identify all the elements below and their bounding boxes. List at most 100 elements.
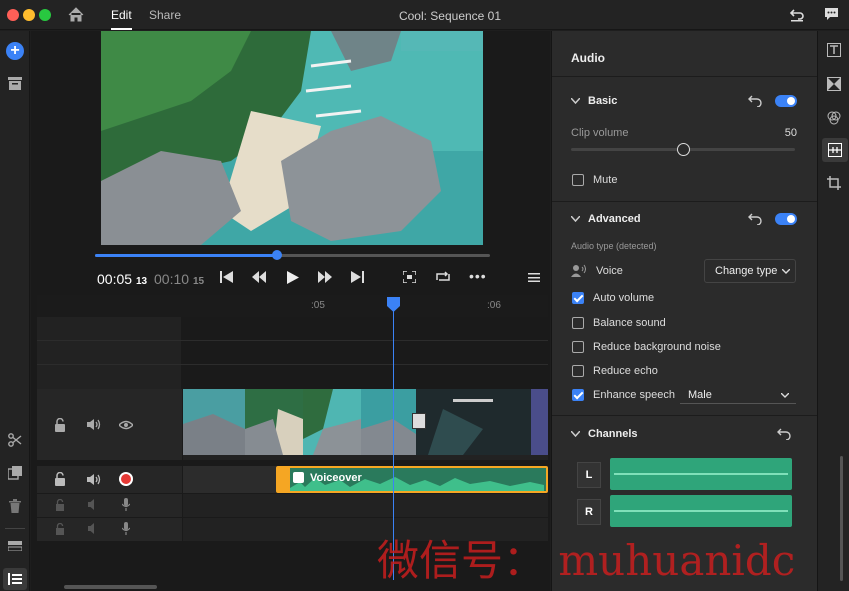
- balance-sound-checkbox[interactable]: [572, 317, 584, 329]
- lock-icon[interactable]: [54, 418, 66, 432]
- clip-trim-handle[interactable]: [278, 468, 290, 491]
- scissors-icon[interactable]: [8, 433, 22, 447]
- track-height-icon[interactable]: [8, 541, 22, 551]
- change-type-dropdown[interactable]: Change type: [704, 259, 796, 283]
- speaker-icon[interactable]: [87, 473, 101, 486]
- microphone-icon[interactable]: [122, 498, 130, 511]
- transitions-icon[interactable]: [827, 77, 841, 91]
- track-divider: [37, 364, 548, 365]
- change-type-label: Change type: [715, 265, 778, 277]
- window-title: Cool: Sequence 01: [398, 9, 502, 23]
- trash-icon[interactable]: [9, 499, 21, 513]
- reset-icon[interactable]: [777, 428, 791, 440]
- lock-icon[interactable]: [54, 472, 66, 486]
- add-media-button[interactable]: +: [6, 42, 24, 60]
- tab-share[interactable]: Share: [149, 0, 181, 30]
- skip-to-start-icon[interactable]: [220, 271, 233, 283]
- basic-toggle[interactable]: [775, 95, 797, 107]
- menu-icon[interactable]: [528, 273, 540, 282]
- step-back-icon[interactable]: [252, 271, 266, 283]
- record-dot: [121, 474, 131, 484]
- video-clip-thumbnails[interactable]: [183, 389, 548, 455]
- clip-volume-slider[interactable]: [571, 143, 795, 156]
- duplicate-icon[interactable]: [8, 466, 22, 480]
- reduce-echo-checkbox[interactable]: [572, 365, 584, 377]
- advanced-toggle[interactable]: [775, 213, 797, 225]
- clip-volume-value: 50: [784, 127, 797, 139]
- chevron-down-icon[interactable]: [571, 431, 580, 437]
- minimize-window-button[interactable]: [23, 9, 35, 21]
- enhance-speech-checkbox[interactable]: [572, 389, 584, 401]
- speaker-icon[interactable]: [88, 499, 100, 510]
- enhance-speech-dropdown[interactable]: Male: [680, 387, 796, 404]
- speaker-icon[interactable]: [88, 523, 100, 534]
- reduce-noise-checkbox[interactable]: [572, 341, 584, 353]
- advanced-section-header[interactable]: Advanced: [588, 213, 641, 225]
- clip-volume-label: Clip volume: [571, 127, 629, 139]
- close-window-button[interactable]: [7, 9, 19, 21]
- track-divider: [37, 340, 548, 341]
- video-track-lane[interactable]: [183, 389, 548, 461]
- channels-section-header[interactable]: Channels: [588, 428, 638, 440]
- reduce-noise-label: Reduce background noise: [593, 341, 721, 353]
- section-divider: [552, 201, 818, 202]
- maximize-window-button[interactable]: [39, 9, 51, 21]
- tab-edit[interactable]: Edit: [111, 0, 132, 30]
- clip-volume-slider-handle[interactable]: [677, 143, 690, 156]
- play-icon[interactable]: [287, 271, 299, 284]
- fit-view-icon[interactable]: [403, 271, 416, 283]
- mute-checkbox[interactable]: [572, 174, 584, 186]
- scrubber-handle[interactable]: [271, 250, 282, 260]
- speaker-icon[interactable]: [87, 418, 101, 431]
- playhead-handle[interactable]: [387, 297, 400, 312]
- panel-scrollbar[interactable]: [840, 456, 843, 581]
- audio-panel: Audio Basic Clip volume 50 Mute Advanced…: [551, 31, 818, 591]
- left-channel-waveform[interactable]: [610, 458, 792, 490]
- playback-scrubber[interactable]: [95, 250, 490, 260]
- media-bin-icon[interactable]: [8, 77, 22, 90]
- ruler-mark-06: :06: [487, 300, 501, 311]
- watermark-text: 微信号： muhuanidc: [377, 536, 796, 585]
- right-channel-waveform[interactable]: [610, 495, 792, 527]
- audio-tool-button[interactable]: [822, 138, 848, 162]
- undo-icon[interactable]: [789, 7, 805, 23]
- timeline-ruler[interactable]: :05 :06: [37, 295, 548, 317]
- lock-icon[interactable]: [55, 523, 65, 535]
- comment-icon[interactable]: [824, 7, 839, 22]
- reset-icon[interactable]: [748, 213, 762, 225]
- voiceover-person-icon: [293, 472, 304, 483]
- empty-lane-region: [183, 466, 276, 493]
- loop-icon[interactable]: [436, 271, 450, 283]
- reset-icon[interactable]: [748, 95, 762, 107]
- effects-icon[interactable]: [827, 111, 841, 125]
- eye-icon[interactable]: [119, 420, 133, 430]
- voiceover-clip[interactable]: Voiceover: [276, 466, 548, 493]
- titles-icon[interactable]: [827, 43, 841, 57]
- audio-type-label: Audio type (detected): [571, 241, 657, 251]
- total-timecode: 00:10 15: [154, 271, 204, 287]
- chevron-down-icon[interactable]: [571, 216, 580, 222]
- timeline-horizontal-scrollbar[interactable]: [64, 585, 157, 589]
- current-time: 00:05: [97, 271, 133, 287]
- audio-track-2-lane[interactable]: [183, 494, 548, 518]
- record-button[interactable]: [119, 472, 133, 486]
- auto-volume-checkbox[interactable]: [572, 292, 584, 304]
- chevron-down-icon[interactable]: [571, 98, 580, 104]
- ruler-mark-05: :05: [311, 300, 325, 311]
- home-icon[interactable]: [68, 7, 84, 22]
- skip-to-end-icon[interactable]: [351, 271, 364, 283]
- top-bar: Edit Share Cool: Sequence 01: [0, 0, 849, 30]
- balance-sound-label: Balance sound: [593, 317, 666, 329]
- more-options-icon[interactable]: •••: [469, 268, 487, 284]
- microphone-icon[interactable]: [122, 522, 130, 535]
- lock-icon[interactable]: [55, 499, 65, 511]
- left-channel-label[interactable]: L: [577, 462, 601, 488]
- timeline-list-button[interactable]: [3, 568, 27, 590]
- step-forward-icon[interactable]: [318, 271, 332, 283]
- video-preview[interactable]: [101, 31, 483, 245]
- right-channel-label[interactable]: R: [577, 499, 601, 525]
- transition-marker-icon[interactable]: [412, 413, 426, 429]
- crop-icon[interactable]: [827, 176, 841, 190]
- basic-section-header[interactable]: Basic: [588, 95, 617, 107]
- section-divider: [552, 415, 818, 416]
